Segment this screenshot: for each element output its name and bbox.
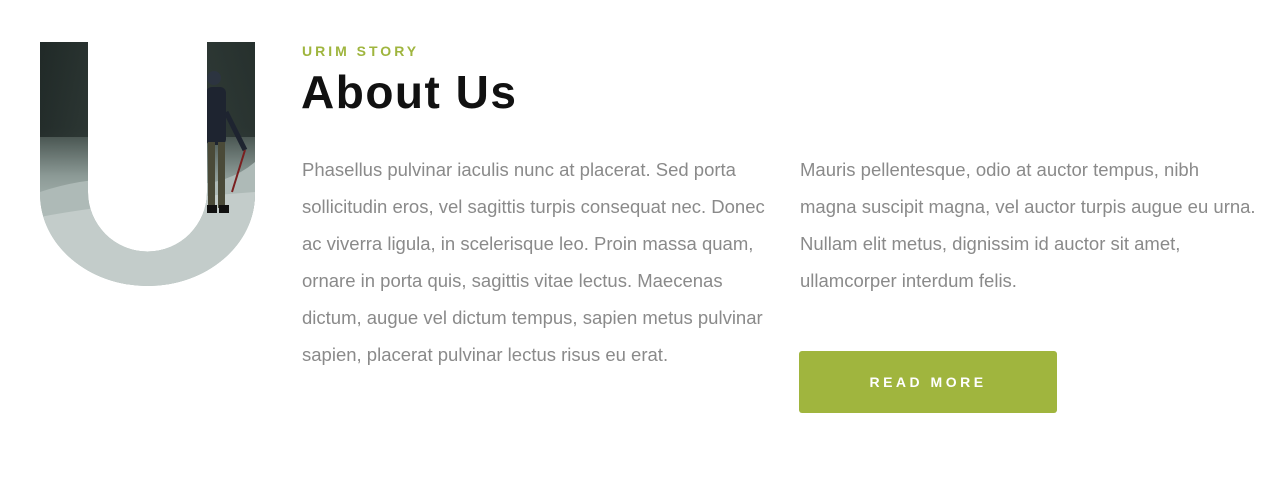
about-section: URIM STORY About Us Phasellus pulvinar i… [0, 0, 1273, 477]
read-more-button[interactable]: READ MORE [799, 351, 1057, 413]
section-eyebrow: URIM STORY [302, 43, 420, 59]
decorative-letter-u-image [40, 42, 255, 286]
section-title: About Us [301, 66, 518, 118]
about-paragraph-left: Phasellus pulvinar iaculis nunc at place… [302, 159, 765, 365]
about-paragraph-right: Mauris pellentesque, odio at auctor temp… [800, 159, 1256, 291]
